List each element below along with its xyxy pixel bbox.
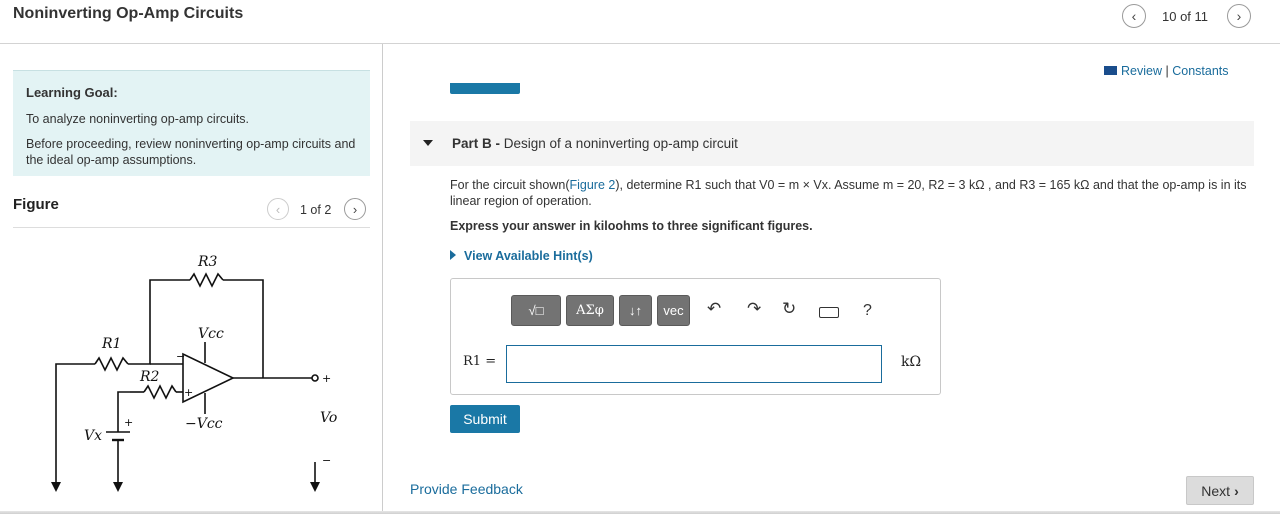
chevron-right-icon: › bbox=[1236, 8, 1242, 24]
figure-title: Figure bbox=[13, 196, 59, 213]
chevron-right-icon: › bbox=[352, 201, 358, 217]
part-b-label: Part B - bbox=[452, 136, 504, 151]
circuit-diagram: R3 R1 R2 Vcc −Vcc Vo Vx − + + − + bbox=[51, 254, 337, 492]
learning-goal-text-1: To analyze noninverting op-amp circuits. bbox=[26, 112, 250, 126]
book-icon bbox=[1104, 66, 1117, 75]
answer-input[interactable] bbox=[506, 345, 882, 383]
answer-variable-label: R1 = bbox=[463, 354, 497, 369]
answer-unit: kΩ bbox=[901, 354, 922, 370]
page-counter: 10 of 11 bbox=[1162, 9, 1209, 24]
label-neg-vcc: −Vcc bbox=[185, 416, 223, 432]
express-instruction: Express your answer in kiloohms to three… bbox=[450, 219, 813, 233]
caret-right-icon bbox=[450, 250, 456, 260]
chevron-left-icon: ‹ bbox=[1131, 8, 1137, 24]
figure-divider bbox=[13, 227, 370, 228]
redo-icon[interactable]: ↷ bbox=[747, 299, 761, 319]
reset-icon[interactable]: ↻ bbox=[782, 299, 796, 319]
next-button[interactable]: Next › bbox=[1186, 476, 1254, 505]
arrows-icon: ↓↑ bbox=[629, 303, 642, 318]
figure-pager: 1 of 2 bbox=[300, 203, 332, 217]
label-vx: Vx bbox=[84, 428, 102, 444]
chevron-left-icon: ‹ bbox=[275, 201, 281, 217]
answer-box: √□ ΑΣφ ↓↑ vec ↶ ↷ ↻ ? R1 = kΩ bbox=[450, 278, 941, 395]
caret-down-icon bbox=[423, 140, 433, 146]
review-link[interactable]: Review bbox=[1121, 64, 1162, 78]
learning-goal-text-2: Before proceeding, review noninverting o… bbox=[26, 137, 356, 167]
page-title: Noninverting Op-Amp Circuits bbox=[13, 5, 244, 22]
question-prefix: For the circuit shown( bbox=[450, 178, 570, 192]
next-label: Next bbox=[1201, 482, 1231, 499]
label-vcc: Vcc bbox=[198, 326, 224, 342]
help-button[interactable]: ? bbox=[863, 302, 872, 320]
next-page-button[interactable]: › bbox=[1227, 4, 1251, 28]
part-b-title: Design of a noninverting op-amp circuit bbox=[503, 136, 738, 151]
submit-button[interactable]: Submit bbox=[450, 405, 520, 433]
previous-submit-button[interactable] bbox=[450, 83, 520, 94]
figure-prev-button[interactable]: ‹ bbox=[267, 198, 289, 220]
review-constants: Review | Constants bbox=[1104, 64, 1229, 78]
arrows-button[interactable]: ↓↑ bbox=[619, 295, 652, 326]
provide-feedback-link[interactable]: Provide Feedback bbox=[410, 481, 523, 497]
learning-goal-title: Learning Goal: bbox=[26, 85, 118, 100]
view-hints-link[interactable]: View Available Hint(s) bbox=[450, 249, 593, 263]
label-opamp-minus: − bbox=[176, 350, 185, 363]
question-text: For the circuit shown(Figure 2), determi… bbox=[450, 177, 1250, 209]
label-battery-plus: + bbox=[124, 416, 133, 429]
panel-divider bbox=[382, 44, 383, 514]
label-r2: R2 bbox=[139, 369, 160, 385]
label-r3: R3 bbox=[197, 254, 218, 270]
template-button[interactable]: √□ bbox=[511, 295, 561, 326]
label-vo-minus: − bbox=[322, 454, 331, 467]
label-vo: Vo bbox=[320, 410, 337, 426]
undo-icon[interactable]: ↶ bbox=[707, 299, 721, 319]
label-opamp-plus: + bbox=[184, 386, 193, 399]
keyboard-icon[interactable] bbox=[819, 307, 839, 318]
prev-page-button[interactable]: ‹ bbox=[1122, 4, 1146, 28]
figure-next-button[interactable]: › bbox=[344, 198, 366, 220]
figure-2-link[interactable]: Figure 2 bbox=[569, 178, 615, 192]
chevron-right-icon: › bbox=[1234, 482, 1239, 499]
constants-link[interactable]: Constants bbox=[1172, 64, 1228, 78]
greek-symbols-button[interactable]: ΑΣφ bbox=[566, 295, 614, 326]
learning-goal-box: Learning Goal: To analyze noninverting o… bbox=[13, 70, 370, 176]
vector-button[interactable]: vec bbox=[657, 295, 690, 326]
header-divider bbox=[0, 43, 1280, 44]
label-r1: R1 bbox=[101, 336, 121, 352]
view-hints-label: View Available Hint(s) bbox=[464, 249, 593, 263]
part-b-header[interactable]: Part B - Design of a noninverting op-amp… bbox=[410, 121, 1254, 166]
label-vo-plus: + bbox=[322, 372, 331, 385]
sqrt-template-icon: √□ bbox=[528, 303, 544, 318]
review-separator: | bbox=[1165, 64, 1169, 78]
